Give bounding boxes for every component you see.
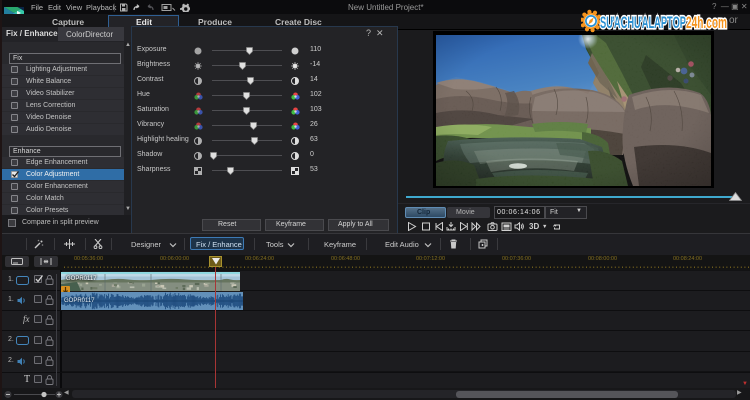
- svg-text:24h.com: 24h.com: [686, 13, 727, 32]
- svg-text:SƯACHƯALAPTOP: SƯACHƯALAPTOP: [600, 13, 686, 32]
